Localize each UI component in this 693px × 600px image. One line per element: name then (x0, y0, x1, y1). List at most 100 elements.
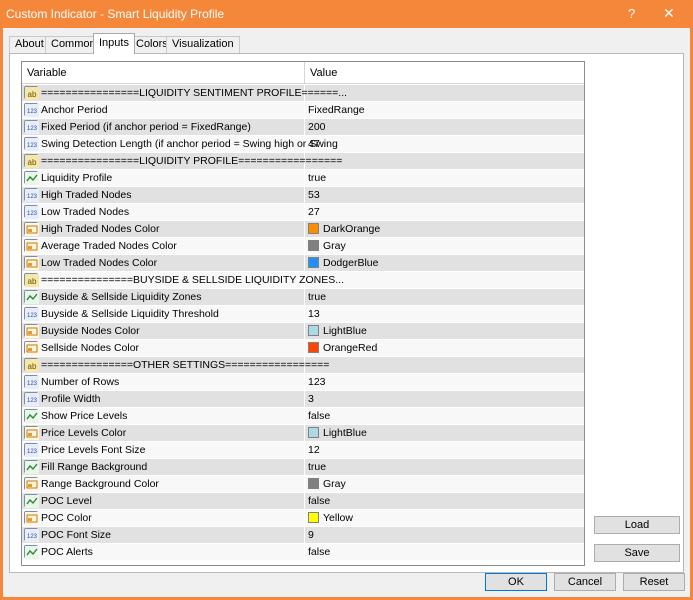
variable-cell[interactable]: Price Levels Color (22, 425, 305, 441)
value-cell[interactable]: 13 (305, 306, 584, 322)
table-row[interactable]: POC Level false (22, 493, 584, 510)
ok-button[interactable]: OK (485, 573, 547, 591)
value-cell[interactable]: 27 (305, 204, 584, 220)
variable-cell[interactable]: Range Background Color (22, 476, 305, 492)
variable-cell[interactable]: Low Traded Nodes Color (22, 255, 305, 271)
value-cell[interactable]: true (305, 289, 584, 305)
variable-cell[interactable]: 123 Buyside & Sellside Liquidity Threshol… (22, 306, 305, 322)
color-swatch[interactable] (308, 478, 319, 489)
variable-cell[interactable]: ab ================LIQUIDITY PROFILE=====… (22, 153, 342, 169)
value-cell[interactable]: Gray (305, 476, 584, 492)
value-cell[interactable]: DodgerBlue (305, 255, 584, 271)
variable-cell[interactable]: 123 High Traded Nodes (22, 187, 305, 203)
table-row[interactable]: Average Traded Nodes Color Gray (22, 238, 584, 255)
table-row[interactable]: Buyside & Sellside Liquidity Zones true (22, 289, 584, 306)
value-cell[interactable] (305, 85, 584, 101)
load-button[interactable]: Load (594, 516, 680, 534)
table-row[interactable]: Show Price Levels false (22, 408, 584, 425)
value-cell[interactable]: LightBlue (305, 323, 584, 339)
value-cell[interactable]: true (305, 170, 584, 186)
variable-cell[interactable]: ab ===============OTHER SETTINGS=========… (22, 357, 329, 373)
reset-button[interactable]: Reset (623, 573, 685, 591)
table-row[interactable]: 123 Low Traded Nodes 27 (22, 204, 584, 221)
header-variable[interactable]: Variable (22, 62, 305, 84)
color-swatch[interactable] (308, 257, 319, 268)
table-row[interactable]: 123 Buyside & Sellside Liquidity Threshol… (22, 306, 584, 323)
table-row[interactable]: 123 POC Font Size 9 (22, 527, 584, 544)
table-row[interactable]: Low Traded Nodes Color DodgerBlue (22, 255, 584, 272)
variable-cell[interactable]: ab ===============BUYSIDE & SELLSIDE LIQU… (22, 272, 344, 288)
tab-visualization[interactable]: Visualization (166, 36, 240, 53)
value-cell[interactable]: DarkOrange (305, 221, 584, 237)
variable-cell[interactable]: Average Traded Nodes Color (22, 238, 305, 254)
value-cell[interactable] (305, 153, 584, 169)
table-row[interactable]: 123 Profile Width 3 (22, 391, 584, 408)
table-row[interactable]: Liquidity Profile true (22, 170, 584, 187)
value-cell[interactable]: Yellow (305, 510, 584, 526)
section-row[interactable]: ab ===============BUYSIDE & SELLSIDE LIQU… (22, 272, 584, 289)
variable-cell[interactable]: POC Alerts (22, 544, 305, 560)
value-cell[interactable]: OrangeRed (305, 340, 584, 356)
tab-about[interactable]: About (9, 36, 50, 53)
table-row[interactable]: 123 High Traded Nodes 53 (22, 187, 584, 204)
variable-cell[interactable]: Sellside Nodes Color (22, 340, 305, 356)
value-cell[interactable]: true (305, 459, 584, 475)
close-button[interactable]: ✕ (663, 5, 675, 22)
color-swatch[interactable] (308, 342, 319, 353)
table-row[interactable]: POC Alerts false (22, 544, 584, 561)
value-cell[interactable]: 12 (305, 442, 584, 458)
variable-cell[interactable]: 123 Profile Width (22, 391, 305, 407)
value-cell[interactable] (305, 272, 584, 288)
value-cell[interactable]: Gray (305, 238, 584, 254)
section-row[interactable]: ab ================LIQUIDITY PROFILE=====… (22, 153, 584, 170)
tab-inputs[interactable]: Inputs (93, 33, 135, 54)
color-swatch[interactable] (308, 427, 319, 438)
value-cell[interactable] (305, 357, 584, 373)
variable-cell[interactable]: POC Level (22, 493, 305, 509)
table-row[interactable]: 123 Anchor Period FixedRange (22, 102, 584, 119)
inputs-grid[interactable]: Variable Value ab ================LIQUIDI… (21, 61, 585, 566)
table-row[interactable]: POC Color Yellow (22, 510, 584, 527)
section-row[interactable]: ab ================LIQUIDITY SENTIMENT PR… (22, 85, 584, 102)
value-cell[interactable]: FixedRange (305, 102, 584, 118)
variable-cell[interactable]: High Traded Nodes Color (22, 221, 305, 237)
variable-cell[interactable]: Buyside & Sellside Liquidity Zones (22, 289, 305, 305)
color-swatch[interactable] (308, 512, 319, 523)
table-row[interactable]: Range Background Color Gray (22, 476, 584, 493)
value-cell[interactable]: 3 (305, 391, 584, 407)
variable-cell[interactable]: Liquidity Profile (22, 170, 305, 186)
variable-cell[interactable]: Buyside Nodes Color (22, 323, 305, 339)
value-cell[interactable]: 53 (305, 187, 584, 203)
variable-cell[interactable]: 123 Number of Rows (22, 374, 305, 390)
value-cell[interactable]: false (305, 408, 584, 424)
table-row[interactable]: Price Levels Color LightBlue (22, 425, 584, 442)
variable-cell[interactable]: 123 Fixed Period (if anchor period = Fixe… (22, 119, 305, 135)
color-swatch[interactable] (308, 325, 319, 336)
variable-cell[interactable]: Fill Range Background (22, 459, 305, 475)
value-cell[interactable]: 123 (305, 374, 584, 390)
variable-cell[interactable]: Show Price Levels (22, 408, 305, 424)
help-button[interactable]: ? (628, 6, 635, 21)
variable-cell[interactable]: POC Color (22, 510, 305, 526)
value-cell[interactable]: LightBlue (305, 425, 584, 441)
table-row[interactable]: Sellside Nodes Color OrangeRed (22, 340, 584, 357)
variable-cell[interactable]: ab ================LIQUIDITY SENTIMENT PR… (22, 85, 347, 101)
variable-cell[interactable]: 123 Price Levels Font Size (22, 442, 305, 458)
section-row[interactable]: ab ===============OTHER SETTINGS=========… (22, 357, 584, 374)
table-row[interactable]: 123 Swing Detection Length (if anchor per… (22, 136, 584, 153)
variable-cell[interactable]: 123 POC Font Size (22, 527, 305, 543)
variable-cell[interactable]: 123 Low Traded Nodes (22, 204, 305, 220)
table-row[interactable]: 123 Number of Rows 123 (22, 374, 584, 391)
variable-cell[interactable]: 123 Anchor Period (22, 102, 305, 118)
table-row[interactable]: Fill Range Background true (22, 459, 584, 476)
value-cell[interactable]: 47 (305, 136, 584, 152)
value-cell[interactable]: false (305, 493, 584, 509)
table-row[interactable]: 123 Fixed Period (if anchor period = Fixe… (22, 119, 584, 136)
value-cell[interactable]: 9 (305, 527, 584, 543)
table-row[interactable]: 123 Price Levels Font Size 12 (22, 442, 584, 459)
cancel-button[interactable]: Cancel (554, 573, 616, 591)
save-button[interactable]: Save (594, 544, 680, 562)
color-swatch[interactable] (308, 223, 319, 234)
table-row[interactable]: Buyside Nodes Color LightBlue (22, 323, 584, 340)
value-cell[interactable]: false (305, 544, 584, 560)
